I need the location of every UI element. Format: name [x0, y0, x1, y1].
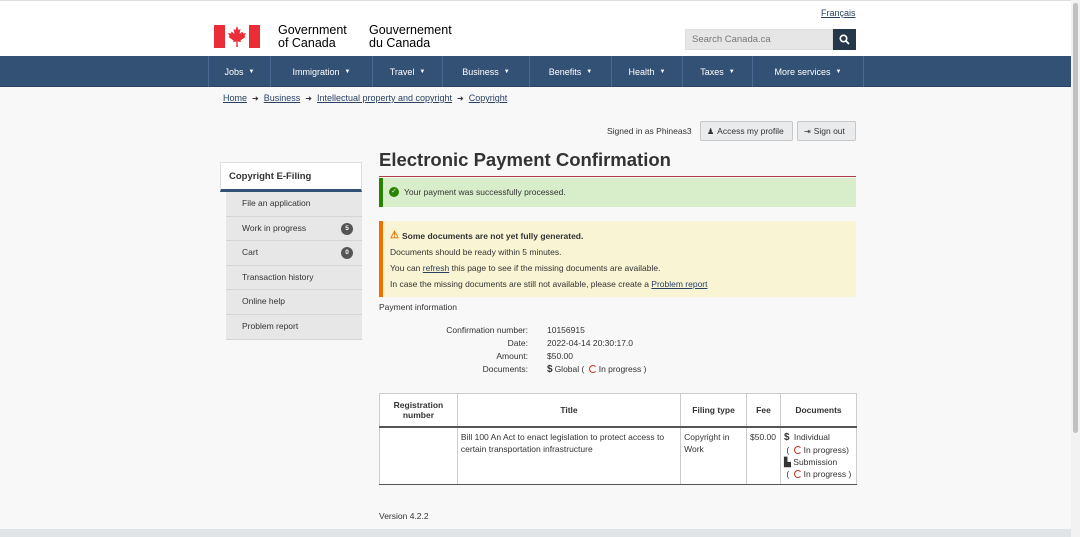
footer-bar	[0, 529, 1080, 537]
arrow-right-icon: ➜	[305, 94, 312, 103]
dollar-icon: $	[783, 431, 790, 443]
nav-business[interactable]: Business ▼	[442, 56, 529, 87]
arrow-right-icon: ➜	[252, 94, 259, 103]
access-profile-button[interactable]: ♟ Access my profile	[700, 121, 793, 141]
chevron-down-icon: ▼	[503, 68, 510, 75]
col-filing-type: Filing type	[680, 393, 747, 428]
sidebar-item-online-help[interactable]: Online help	[226, 290, 362, 315]
table-row: Bill 100 An Act to enact legislation to …	[379, 426, 858, 485]
filings-table: Registration number Title Filing type Fe…	[379, 393, 858, 485]
nav-more-services[interactable]: More services ▼	[752, 56, 864, 87]
signed-in-text: Signed in as Phineas3	[607, 126, 692, 136]
canada-flag-logo[interactable]	[214, 25, 260, 48]
site-header: Government of Canada Gouvernement du Canad…	[0, 0, 1080, 56]
success-alert: ✓ Your payment was successfully processe…	[379, 178, 856, 207]
payment-info-heading: Payment information	[379, 302, 457, 312]
chevron-down-icon: ▼	[586, 68, 593, 75]
breadcrumb-home[interactable]: Home	[223, 93, 247, 103]
cell-filing-type: Copyright in Work	[680, 426, 747, 485]
refresh-spinner-icon	[793, 469, 802, 478]
chevron-down-icon: ▼	[344, 68, 351, 75]
sidebar-title: Copyright E-Filing	[220, 162, 362, 192]
nav-immigration[interactable]: Immigration ▼	[270, 56, 372, 87]
col-registration-number: Registration number	[379, 393, 458, 428]
check-circle-icon: ✓	[389, 187, 399, 197]
sidebar-item-problem-report[interactable]: Problem report	[226, 314, 362, 340]
nav-taxes[interactable]: Taxes ▼	[682, 56, 752, 87]
chevron-down-icon: ▼	[835, 68, 842, 75]
warning-alert: ⚠ Some documents are not yet fully genera…	[379, 221, 856, 297]
cell-documents: $ Individual ( In progress) ▙ Submission…	[779, 426, 858, 485]
version-text: Version 4.2.2	[379, 511, 429, 521]
confirmation-number-row: Confirmation number: 10156915	[446, 325, 585, 335]
submission-document-link[interactable]: Submission	[793, 457, 837, 467]
nav-jobs[interactable]: Jobs ▼	[208, 56, 270, 87]
chevron-down-icon: ▼	[728, 68, 735, 75]
sidebar-item-cart[interactable]: Cart 0	[226, 241, 362, 266]
sidebar: Copyright E-Filing File an application W…	[220, 162, 362, 340]
government-name-en: Government of Canada	[278, 23, 347, 50]
chevron-down-icon: ▼	[659, 68, 666, 75]
search-input[interactable]: Search Canada.ca	[685, 29, 833, 50]
refresh-spinner-icon	[588, 365, 597, 373]
col-documents: Documents	[779, 393, 858, 428]
breadcrumb-business[interactable]: Business	[264, 93, 301, 103]
cell-title: Bill 100 An Act to enact legislation to …	[456, 426, 682, 485]
nav-health[interactable]: Health ▼	[611, 56, 682, 87]
sidebar-item-file-application[interactable]: File an application	[226, 192, 362, 217]
count-badge: 0	[341, 247, 353, 260]
page-title: Electronic Payment Confirmation	[379, 149, 856, 177]
sign-out-icon: ⇥	[804, 126, 811, 136]
nav-benefits[interactable]: Benefits ▼	[529, 56, 611, 87]
count-badge: 5	[341, 222, 353, 235]
sign-out-button[interactable]: ⇥ Sign out	[797, 121, 856, 141]
user-icon: ♟	[707, 126, 715, 136]
global-document-link[interactable]: Global (	[555, 364, 585, 374]
nav-travel[interactable]: Travel ▼	[372, 56, 442, 87]
problem-report-link[interactable]: Problem report	[651, 279, 707, 289]
col-fee: Fee	[746, 393, 781, 428]
document-icon: ▙	[783, 456, 791, 467]
cell-registration-number	[379, 426, 458, 485]
breadcrumb-ip[interactable]: Intellectual property and copyright	[317, 93, 452, 103]
language-toggle-link[interactable]: Français	[821, 8, 856, 18]
sidebar-item-transaction-history[interactable]: Transaction history	[226, 265, 362, 291]
search-icon	[839, 34, 850, 45]
government-name-fr: Gouvernement du Canada	[369, 23, 452, 50]
refresh-spinner-icon	[793, 445, 802, 454]
amount-row: Amount: $50.00	[496, 351, 573, 361]
warning-icon: ⚠	[390, 230, 399, 241]
refresh-link[interactable]: refresh	[423, 263, 449, 273]
main-nav: Jobs ▼ Immigration ▼ Travel ▼ Business ▼ Ben…	[0, 56, 1080, 87]
scrollbar-thumb[interactable]	[1073, 3, 1078, 433]
sidebar-item-work-in-progress[interactable]: Work in progress 5	[226, 216, 362, 242]
breadcrumb: Home ➜ Business ➜ Intellectual property and …	[223, 93, 507, 103]
date-row: Date: 2022-04-14 20:30:17.0	[507, 338, 634, 348]
chevron-down-icon: ▼	[419, 68, 426, 75]
breadcrumb-copyright[interactable]: Copyright	[469, 93, 508, 103]
documents-row: Documents: $ Global ( In progress )	[482, 364, 647, 375]
scrollbar[interactable]	[1071, 0, 1080, 537]
individual-document-link[interactable]: Individual	[794, 432, 830, 442]
arrow-right-icon: ➜	[457, 94, 464, 103]
col-title: Title	[456, 393, 682, 428]
dollar-icon: $	[547, 364, 553, 375]
cell-fee: $50.00	[746, 426, 781, 485]
chevron-down-icon: ▼	[248, 68, 255, 75]
search-button[interactable]	[833, 29, 856, 50]
